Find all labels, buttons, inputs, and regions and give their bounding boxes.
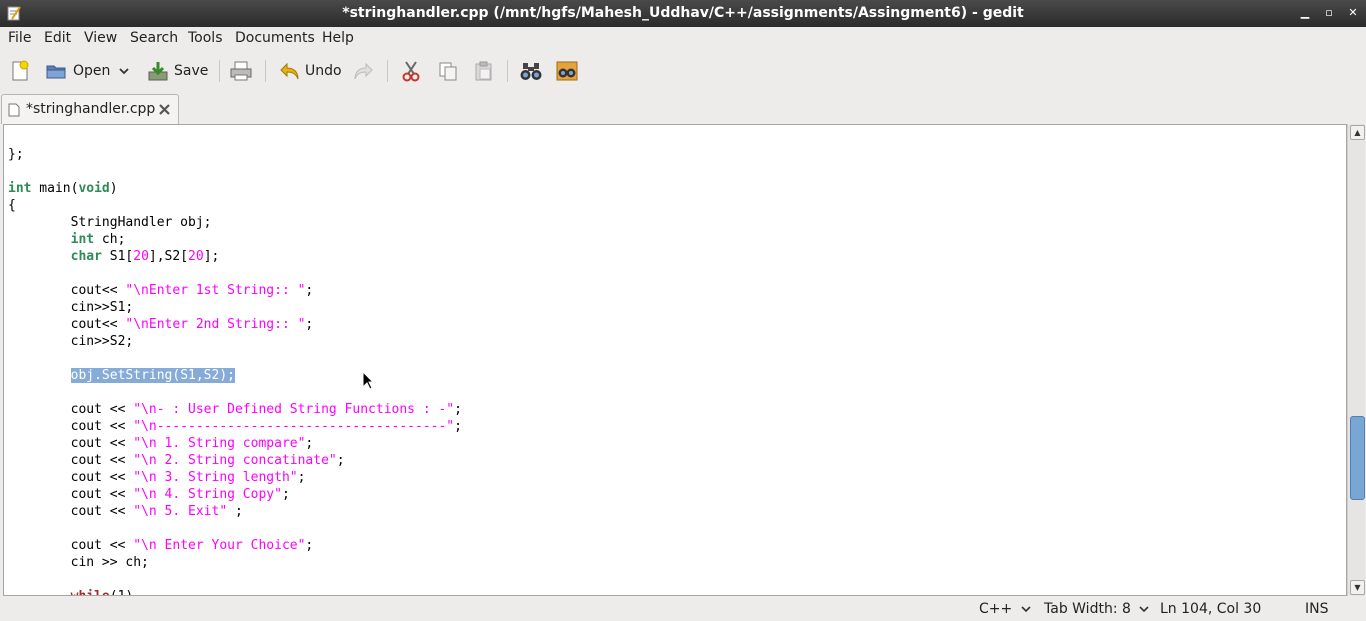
code-line[interactable]: cout << "\n 1. String compare"; bbox=[8, 435, 462, 452]
new-document-button[interactable] bbox=[9, 59, 31, 83]
code-line[interactable]: cout << "\n 4. String Copy"; bbox=[8, 486, 462, 503]
code-line[interactable]: StringHandler obj; bbox=[8, 214, 462, 231]
paste-button[interactable] bbox=[473, 59, 495, 83]
tab-stringhandler[interactable]: *stringhandler.cpp bbox=[1, 94, 179, 124]
document-icon bbox=[8, 103, 20, 117]
find-replace-icon bbox=[556, 61, 578, 81]
menu-documents[interactable]: Documents bbox=[235, 30, 315, 46]
code-line[interactable] bbox=[8, 571, 462, 588]
code-line[interactable]: obj.SetString(S1,S2); bbox=[8, 367, 462, 384]
window-title: *stringhandler.cpp (/mnt/hgfs/Mahesh_Udd… bbox=[342, 5, 1024, 21]
code-line[interactable]: cout<< "\nEnter 1st String:: "; bbox=[8, 282, 462, 299]
find-button[interactable] bbox=[519, 59, 543, 83]
scroll-thumb[interactable] bbox=[1350, 416, 1365, 500]
code-line[interactable]: while(1) bbox=[8, 588, 462, 595]
code-line[interactable]: cout << "\n- : User Defined String Funct… bbox=[8, 401, 462, 418]
code-line[interactable]: cin>>S1; bbox=[8, 299, 462, 316]
vertical-scrollbar[interactable]: ▲ ▼ bbox=[1347, 124, 1365, 596]
chevron-down-icon bbox=[119, 68, 129, 75]
menu-tools[interactable]: Tools bbox=[188, 30, 223, 46]
tab-width-label: Tab Width: 8 bbox=[1044, 601, 1131, 617]
status-bar: C++ Tab Width: 8 Ln 104, Col 30 INS bbox=[0, 597, 1366, 621]
language-selector[interactable]: C++ bbox=[979, 601, 1031, 617]
toolbar-separator bbox=[507, 60, 508, 82]
mouse-pointer-icon bbox=[362, 371, 374, 390]
toolbar: Open Save Undo bbox=[0, 50, 1366, 93]
toolbar-separator bbox=[219, 60, 220, 82]
code-line[interactable]: int main(void) bbox=[8, 180, 462, 197]
tab-width-selector[interactable]: Tab Width: 8 bbox=[1044, 601, 1149, 617]
code-line[interactable]: char S1[20],S2[20]; bbox=[8, 248, 462, 265]
chevron-down-icon bbox=[1021, 606, 1031, 613]
chevron-down-icon bbox=[1139, 606, 1149, 613]
menu-help[interactable]: Help bbox=[322, 30, 354, 46]
code-line[interactable]: cout << "\n 2. String concatinate"; bbox=[8, 452, 462, 469]
code-line[interactable] bbox=[8, 520, 462, 537]
print-button[interactable] bbox=[229, 59, 253, 83]
binoculars-icon bbox=[520, 63, 542, 80]
title-bar: *stringhandler.cpp (/mnt/hgfs/Mahesh_Udd… bbox=[0, 0, 1366, 27]
undo-button[interactable]: Undo bbox=[279, 59, 342, 83]
code-view[interactable]: }; int main(void){ StringHandler obj; int… bbox=[8, 146, 462, 595]
text-editor[interactable]: }; int main(void){ StringHandler obj; int… bbox=[3, 124, 1347, 596]
find-replace-button[interactable] bbox=[555, 59, 579, 83]
undo-icon bbox=[280, 62, 299, 80]
menu-file[interactable]: File bbox=[8, 30, 31, 46]
code-line[interactable]: int ch; bbox=[8, 231, 462, 248]
close-tab-icon[interactable] bbox=[158, 103, 171, 116]
open-label: Open bbox=[73, 63, 111, 79]
minimize-icon[interactable]: ▁ bbox=[1296, 4, 1314, 22]
insert-mode: INS bbox=[1305, 601, 1329, 617]
new-document-icon bbox=[12, 60, 29, 81]
code-line[interactable]: cout<< "\nEnter 2nd String:: "; bbox=[8, 316, 462, 333]
language-label: C++ bbox=[979, 601, 1013, 617]
code-line[interactable]: cout << "\n-----------------------------… bbox=[8, 418, 462, 435]
undo-label: Undo bbox=[305, 63, 342, 79]
menu-search[interactable]: Search bbox=[130, 30, 178, 46]
paste-icon bbox=[475, 61, 492, 81]
redo-button[interactable] bbox=[352, 59, 374, 83]
code-line[interactable]: cout << "\n Enter Your Choice"; bbox=[8, 537, 462, 554]
code-line[interactable]: cout << "\n 5. Exit" ; bbox=[8, 503, 462, 520]
close-window-icon[interactable]: ✕ bbox=[1344, 4, 1362, 22]
code-line[interactable]: { bbox=[8, 197, 462, 214]
copy-button[interactable] bbox=[437, 59, 459, 83]
scroll-down-arrow-icon[interactable]: ▼ bbox=[1350, 580, 1365, 595]
code-line[interactable]: cin >> ch; bbox=[8, 554, 462, 571]
code-line[interactable] bbox=[8, 350, 462, 367]
code-line[interactable] bbox=[8, 163, 462, 180]
cursor-position: Ln 104, Col 30 bbox=[1160, 601, 1262, 617]
code-line[interactable]: cin>>S2; bbox=[8, 333, 462, 350]
save-icon bbox=[148, 62, 168, 81]
open-folder-icon bbox=[46, 65, 66, 79]
toolbar-separator bbox=[265, 60, 266, 82]
save-button[interactable]: Save bbox=[147, 59, 208, 83]
menu-edit[interactable]: Edit bbox=[44, 30, 71, 46]
menu-view[interactable]: View bbox=[84, 30, 117, 46]
code-line[interactable]: }; bbox=[8, 146, 462, 163]
print-icon bbox=[230, 61, 252, 81]
save-label: Save bbox=[174, 63, 209, 79]
document-tab-bar: *stringhandler.cpp bbox=[0, 92, 1366, 124]
cut-button[interactable] bbox=[400, 59, 422, 83]
code-line[interactable]: cout << "\n 3. String length"; bbox=[8, 469, 462, 486]
menu-bar: File Edit View Search Tools Documents He… bbox=[0, 27, 1366, 50]
selected-text[interactable]: obj.SetString(S1,S2); bbox=[70, 368, 235, 383]
scroll-up-arrow-icon[interactable]: ▲ bbox=[1350, 125, 1365, 140]
redo-icon bbox=[354, 62, 373, 80]
cut-icon bbox=[402, 61, 420, 82]
copy-icon bbox=[439, 62, 457, 81]
toolbar-separator bbox=[387, 60, 388, 82]
code-line[interactable] bbox=[8, 384, 462, 401]
maximize-icon[interactable]: ▫ bbox=[1320, 4, 1338, 22]
recent-files-dropdown[interactable] bbox=[118, 59, 130, 83]
open-button[interactable]: Open bbox=[45, 59, 110, 83]
code-line[interactable] bbox=[8, 265, 462, 282]
tab-label: *stringhandler.cpp bbox=[26, 101, 156, 117]
